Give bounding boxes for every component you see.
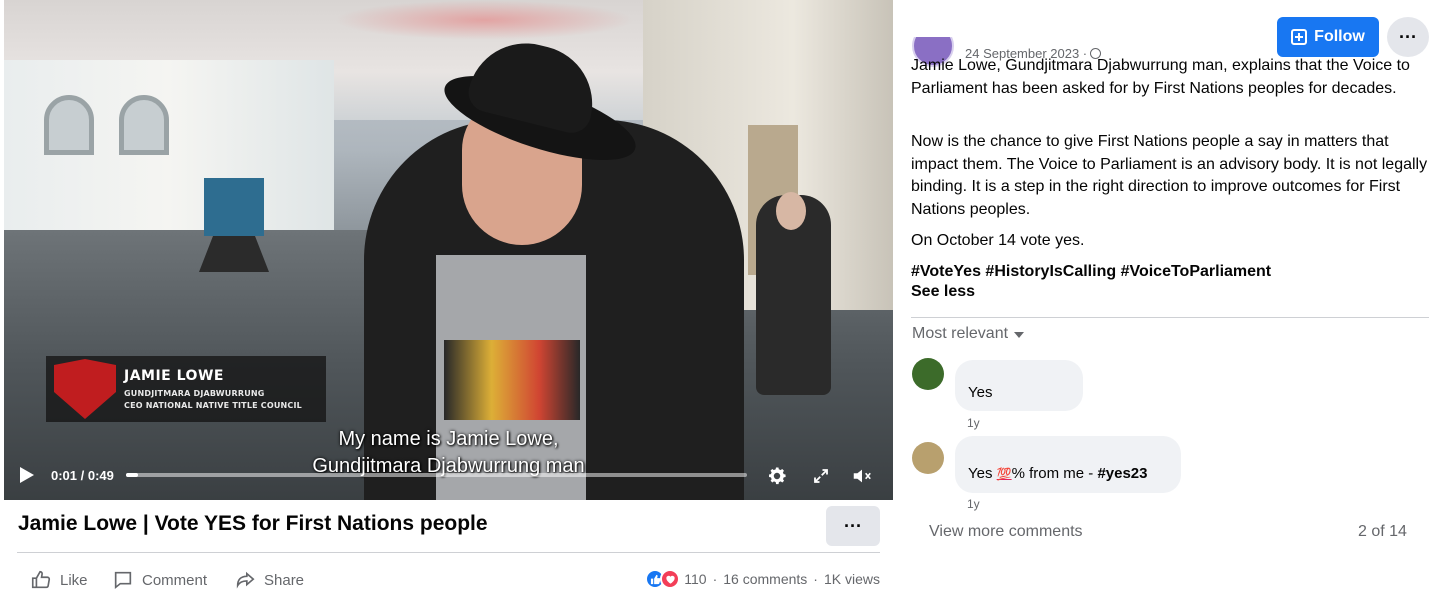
subtitle-line-1: My name is Jamie Lowe, bbox=[338, 428, 559, 450]
comment-text-part: Yes bbox=[968, 465, 997, 482]
comment-text: Yes bbox=[968, 384, 993, 401]
separator: · bbox=[813, 571, 818, 587]
divider bbox=[17, 552, 880, 553]
views-count: 1K views bbox=[823, 571, 880, 587]
video-controls: 0:01 / 0:49 bbox=[4, 458, 893, 494]
follow-button[interactable]: Follow bbox=[1277, 17, 1379, 57]
comment-button[interactable]: Comment bbox=[112, 569, 207, 591]
comment-text: Yes 💯% from me - #yes23 bbox=[968, 465, 1148, 482]
video-scene-background-person-head bbox=[776, 192, 806, 230]
comment-sort-label: Most relevant bbox=[912, 325, 1009, 342]
gear-icon[interactable] bbox=[765, 464, 789, 488]
video-scene-arch bbox=[119, 95, 169, 155]
comment-count-indicator: 2 of 14 bbox=[1358, 523, 1407, 540]
post-paragraph-2: Now is the chance to give First Nations … bbox=[911, 133, 1428, 218]
comments-count[interactable]: 16 comments bbox=[723, 571, 807, 587]
expand-icon[interactable] bbox=[809, 464, 833, 488]
comment-bubble-icon bbox=[114, 571, 132, 590]
lower-third-name: JAMIE LOWE bbox=[124, 368, 224, 384]
more-horizontal-icon: ··· bbox=[844, 515, 862, 536]
video-scene-shirt-print bbox=[444, 340, 580, 420]
lower-third-line2: CEO NATIONAL NATIVE TITLE COUNCIL bbox=[124, 401, 302, 410]
separator: · bbox=[712, 571, 718, 587]
comment-sort-dropdown[interactable]: Most relevant bbox=[912, 325, 1025, 343]
commenter-avatar[interactable] bbox=[912, 442, 944, 474]
post-paragraph-3: On October 14 vote yes. bbox=[911, 232, 1085, 249]
comment-text-part: % from me - bbox=[1011, 465, 1098, 482]
comment-time[interactable]: 1y bbox=[967, 497, 980, 511]
post-more-options-button[interactable]: ··· bbox=[1387, 17, 1429, 57]
love-reaction-icon bbox=[660, 569, 681, 589]
thumbs-up-icon bbox=[31, 570, 51, 589]
comment-label: Comment bbox=[142, 571, 208, 589]
follow-label: Follow bbox=[1314, 28, 1365, 45]
caret-down-icon bbox=[1014, 332, 1025, 338]
post-paragraph-1: Jamie Lowe, Gundjitmara Djabwurrung man,… bbox=[911, 57, 1410, 97]
share-button[interactable]: Share bbox=[234, 569, 304, 591]
like-button[interactable]: Like bbox=[30, 569, 88, 591]
video-time: 0:01 / 0:49 bbox=[51, 468, 114, 483]
like-label: Like bbox=[60, 571, 88, 589]
hundred-points-icon: 💯 bbox=[996, 467, 1012, 481]
commenter-avatar[interactable] bbox=[912, 358, 944, 390]
video-scene-kiosk bbox=[204, 178, 264, 236]
share-arrow-icon bbox=[236, 571, 255, 589]
video-title: Jamie Lowe | Vote YES for First Nations … bbox=[18, 512, 488, 535]
more-options-button[interactable]: ··· bbox=[826, 506, 880, 546]
see-less-link[interactable]: See less bbox=[911, 283, 975, 301]
more-horizontal-icon: ··· bbox=[1399, 26, 1417, 47]
reactions-count: 110 bbox=[684, 571, 707, 587]
shield-logo-icon bbox=[54, 359, 116, 419]
divider bbox=[911, 317, 1429, 318]
volume-icon[interactable] bbox=[850, 464, 874, 488]
reaction-summary[interactable]: 110 · 16 comments · 1K views bbox=[645, 569, 880, 589]
view-more-comments-link[interactable]: View more comments bbox=[929, 523, 1083, 541]
play-icon[interactable] bbox=[20, 467, 34, 483]
comment-hashtag[interactable]: #yes23 bbox=[1097, 465, 1147, 482]
comment-bubble: Yes 💯% from me - #yes23 bbox=[955, 436, 1181, 493]
lower-third: JAMIE LOWE GUNDJITMARA DJABWURRUNG CEO N… bbox=[46, 356, 326, 422]
post-hashtags[interactable]: #VoteYes #HistoryIsCalling #VoiceToParli… bbox=[911, 261, 1271, 283]
video-progress-fill bbox=[126, 473, 139, 477]
video-player[interactable]: JAMIE LOWE GUNDJITMARA DJABWURRUNG CEO N… bbox=[4, 0, 893, 500]
lower-third-line1: GUNDJITMARA DJABWURRUNG bbox=[124, 389, 265, 398]
comment-bubble: Yes bbox=[955, 360, 1083, 411]
video-progress-bar[interactable] bbox=[126, 473, 747, 477]
share-label: Share bbox=[264, 571, 305, 589]
comment-time[interactable]: 1y bbox=[967, 416, 980, 430]
video-scene-arch bbox=[44, 95, 94, 155]
follow-plus-icon bbox=[1291, 29, 1308, 45]
